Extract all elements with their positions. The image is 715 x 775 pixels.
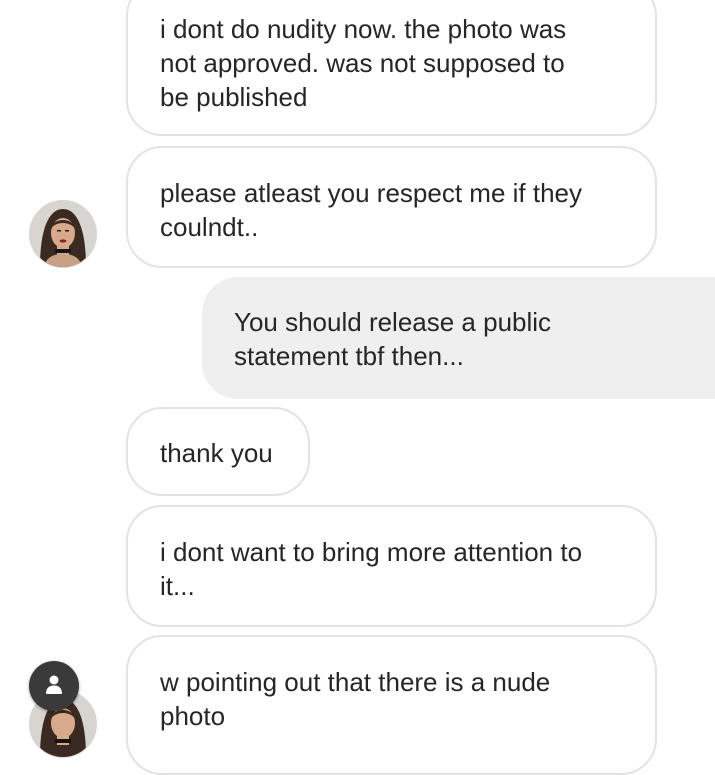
- message-bubble[interactable]: w pointing out that there is a nude phot…: [126, 635, 657, 775]
- message-text: please atleast you respect me if they co…: [160, 178, 583, 242]
- message-bubble[interactable]: i dont want to bring more attention to i…: [126, 505, 657, 627]
- scroll-to-bottom-button[interactable]: [29, 661, 79, 711]
- message-bubble[interactable]: thank you: [126, 407, 310, 496]
- message-text: i dont do nudity now. the photo was not …: [160, 14, 567, 112]
- message-bubble-outgoing[interactable]: You should release a public statement tb…: [202, 277, 715, 399]
- sender-avatar[interactable]: [29, 200, 97, 268]
- message-text: i dont want to bring more attention to i…: [160, 537, 583, 601]
- person-icon: [46, 675, 62, 694]
- message-text: You should release a public statement tb…: [234, 307, 552, 371]
- message-text: w pointing out that there is a nude phot…: [160, 667, 551, 731]
- message-bubble[interactable]: i dont do nudity now. the photo was not …: [126, 0, 657, 136]
- message-text: thank you: [160, 438, 273, 468]
- message-bubble[interactable]: please atleast you respect me if they co…: [126, 146, 657, 268]
- avatar-image: [30, 201, 96, 267]
- message-thread: i dont do nudity now. the photo was not …: [0, 0, 715, 775]
